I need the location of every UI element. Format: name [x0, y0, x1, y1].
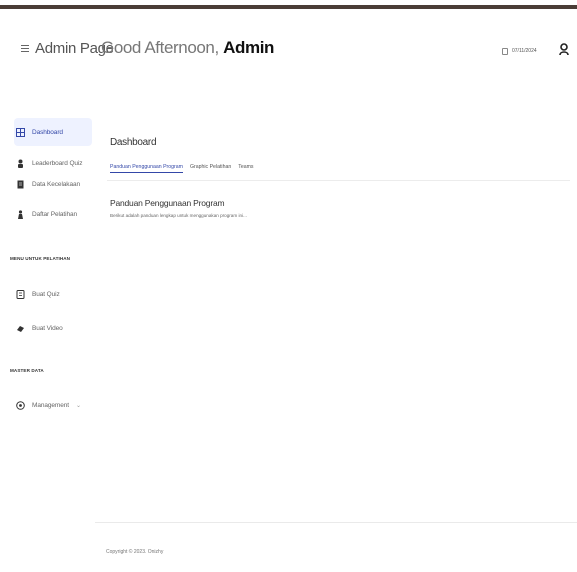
- greeting: Good Afternoon, Admin: [101, 38, 274, 58]
- video-icon: [17, 325, 24, 332]
- calendar-icon: [502, 47, 508, 55]
- dashboard-icon: [16, 127, 25, 137]
- sidebar-item-label: Data Kecelakaan: [32, 180, 81, 188]
- sidebar-item-label: Management: [32, 401, 69, 409]
- sidebar-item-label: Daftar Pelatihan: [32, 210, 78, 218]
- user-icon: [18, 159, 23, 168]
- tab-panduan[interactable]: Panduan Penggunaan Program: [110, 164, 183, 173]
- person-icon: [18, 209, 23, 219]
- tab-divider: [107, 180, 570, 181]
- sidebar-item-management[interactable]: Management ⌄: [14, 391, 92, 419]
- sidebar-item-label: Leaderboard Quiz: [32, 159, 83, 167]
- brand: Admin Page: [21, 40, 114, 57]
- tab-bar: Panduan Penggunaan Program Graphic Pelat…: [110, 164, 254, 173]
- date-value: 07/11/2024: [512, 48, 537, 54]
- footer-divider: [95, 522, 577, 523]
- page-title: Dashboard: [110, 137, 157, 148]
- menu-icon[interactable]: [21, 45, 29, 52]
- section-title: Panduan Penggunaan Program: [110, 198, 225, 208]
- section-label-master: MASTER DATA: [10, 368, 44, 373]
- tab-graphic[interactable]: Graphic Pelatihan: [190, 164, 231, 173]
- footer-copyright: Copyright © 2023. Onizhy: [106, 549, 164, 555]
- tab-teams[interactable]: Teams: [238, 164, 253, 173]
- sidebar-item-data-kecelakaan[interactable]: Data Kecelakaan: [14, 170, 92, 198]
- quiz-icon: [16, 289, 25, 299]
- sidebar-item-label: Buat Video: [32, 324, 63, 332]
- sidebar-item-label: Buat Quiz: [32, 290, 60, 298]
- section-description: Berikut adalah panduan lengkap untuk men…: [110, 213, 247, 218]
- settings-icon: [16, 400, 25, 410]
- greeting-prefix: Good Afternoon,: [101, 38, 219, 57]
- document-icon: [17, 180, 24, 188]
- greeting-name: Admin: [223, 38, 275, 57]
- sidebar-item-dashboard[interactable]: Dashboard: [14, 118, 92, 146]
- date-picker[interactable]: 07/11/2024: [502, 43, 546, 59]
- chevron-down-icon: ⌄: [75, 402, 81, 409]
- sidebar-item-label: Dashboard: [32, 128, 63, 136]
- sidebar-item-buat-quiz[interactable]: Buat Quiz: [14, 280, 92, 308]
- user-avatar-icon[interactable]: [559, 43, 569, 56]
- sidebar-item-daftar-pelatihan[interactable]: Daftar Pelatihan: [14, 200, 92, 228]
- section-label-training: MENU UNTUK PELATIHAN: [10, 256, 71, 261]
- sidebar-item-buat-video[interactable]: Buat Video: [14, 314, 92, 342]
- top-border: [0, 5, 577, 9]
